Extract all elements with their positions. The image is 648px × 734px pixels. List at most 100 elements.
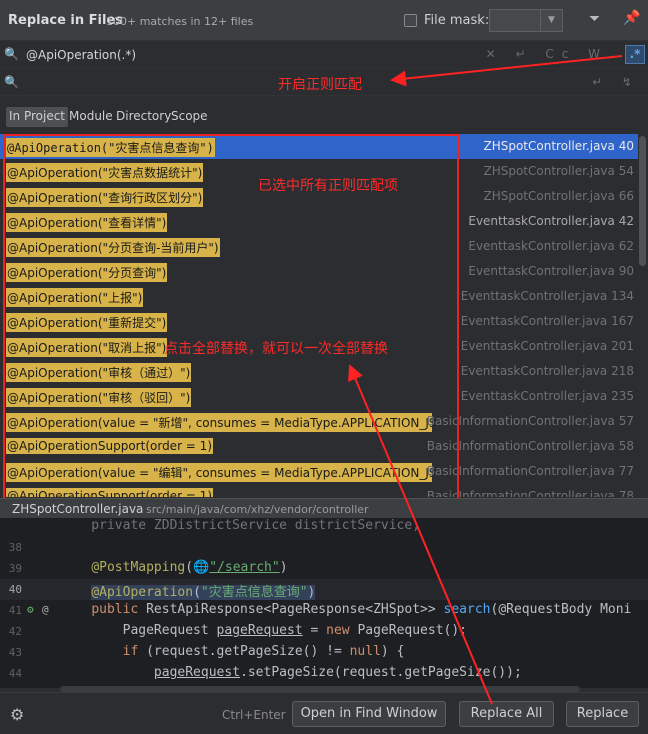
scope-tabs: In Project Module Directory Scope: [0, 96, 648, 136]
list-item[interactable]: @ApiOperation("审核（通过）") EventtaskControl…: [0, 359, 638, 384]
match-text: @ApiOperation(value = "新增", consumes = M…: [6, 413, 432, 432]
code-text: RestApiResponse<PageResponse<ZHSpot>>: [146, 602, 444, 617]
match-text: @ApiOperation("取消上报"): [6, 338, 168, 357]
match-text: @ApiOperation("查看详情"): [6, 213, 168, 232]
preview-file-path: src/main/java/com/xhz/vendor/controller: [146, 503, 369, 516]
list-item[interactable]: @ApiOperation("重新提交") EventtaskControlle…: [0, 309, 638, 334]
list-item[interactable]: @ApiOperation("审核（驳回）") EventtaskControl…: [0, 384, 638, 409]
annotation-replace-all: 点击全部替换，就可以一次全部替换: [164, 341, 388, 357]
open-in-find-window-button[interactable]: Open in Find Window: [292, 701, 446, 727]
match-text: @ApiOperation("重新提交"): [6, 313, 168, 332]
match-text: @ApiOperation("上报"): [6, 288, 144, 307]
replace-button[interactable]: Replace: [566, 701, 639, 727]
match-text: @ApiOperation(value = "编辑", consumes = M…: [6, 463, 432, 482]
string-token: "灾害点信息查询": [200, 585, 308, 600]
result-location: BasicInformationController.java 57: [426, 414, 634, 428]
string-token: "/search": [209, 560, 280, 575]
preview-file-name: ZHSpotController.java: [12, 502, 144, 516]
result-location: EventtaskController.java 42: [468, 214, 634, 228]
tab-directory[interactable]: Directory: [113, 107, 174, 127]
list-item[interactable]: @ApiOperation("分页查询-当前用户") EventtaskCont…: [0, 234, 638, 259]
tab-module[interactable]: Module: [66, 107, 116, 127]
code-line: 41 ⚙ @ public RestApiResponse<PageRespon…: [0, 600, 648, 621]
code-line: private ZDDistrictService districtServic…: [0, 518, 648, 537]
code-text: private ZDDistrictService districtServic…: [60, 518, 421, 533]
code-line: 39 @PostMapping(🌐"/search"): [0, 558, 648, 579]
variable-token: pageRequest: [153, 665, 241, 680]
filter-icon[interactable]: ⏷: [589, 11, 600, 27]
annotation-token: @ApiOperation: [91, 585, 194, 600]
code-line: 44 pageRequest.setPageSize(request.getPa…: [0, 663, 648, 684]
code-text: .setPageSize(request.getPageSize());: [240, 665, 522, 680]
code-text: (@RequestBody Moni: [490, 602, 632, 617]
list-item[interactable]: @ApiOperation("上报") EventtaskController.…: [0, 284, 638, 309]
variable-token: pageRequest: [216, 623, 303, 638]
list-item[interactable]: @ApiOperation(value = "新增", consumes = M…: [0, 409, 638, 434]
list-item[interactable]: @ApiOperation(value = "编辑", consumes = M…: [0, 459, 638, 484]
result-location: BasicInformationController.java 77: [426, 464, 634, 478]
annotation-regex: 开启正则匹配: [278, 77, 362, 93]
result-location: EventtaskController.java 167: [460, 314, 634, 328]
shortcut-hint: Ctrl+Enter: [222, 708, 286, 722]
result-location: EventtaskController.java 235: [460, 389, 634, 403]
file-mask-label: File mask:: [424, 13, 490, 28]
code-line: 40 @ApiOperation("灾害点信息查询"): [0, 579, 648, 600]
preview-path-bar: ZHSpotController.java src/main/java/com/…: [0, 498, 648, 518]
search-input[interactable]: @ApiOperation(.*): [26, 48, 136, 62]
line-number: 41: [8, 604, 22, 617]
match-text: @ApiOperation("查询行政区划分"): [6, 188, 204, 207]
annotation-token: @PostMapping: [91, 560, 186, 575]
result-location: EventtaskController.java 134: [460, 289, 634, 303]
code-preview[interactable]: private ZDDistrictService districtServic…: [0, 518, 648, 688]
file-mask-combo[interactable]: ▼: [489, 9, 563, 32]
replace-all-button[interactable]: Replace All: [459, 701, 554, 727]
pin-icon[interactable]: 📌: [623, 10, 640, 26]
line-number: 40: [8, 583, 22, 596]
result-location: EventtaskController.java 201: [460, 339, 634, 353]
code-line: 38: [0, 537, 648, 558]
line-number: 38: [8, 541, 22, 554]
function-token: search: [443, 602, 491, 617]
result-location: BasicInformationController.java 58: [426, 439, 634, 453]
list-item[interactable]: @ApiOperation("查看详情") EventtaskControlle…: [0, 209, 638, 234]
match-text: @ApiOperationSupport(order = 1): [6, 438, 213, 454]
regex-toggle-button[interactable]: .*: [625, 45, 645, 64]
endpoint-icon[interactable]: @: [42, 603, 49, 616]
result-location: EventtaskController.java 90: [468, 264, 634, 278]
replace-options[interactable]: ↵ ↯: [592, 75, 640, 89]
tab-in-project[interactable]: In Project: [6, 107, 69, 127]
chevron-down-icon[interactable]: ▼: [540, 10, 562, 31]
match-text: @ApiOperationSupport(order = 1): [6, 488, 213, 497]
list-item[interactable]: @ApiOperationSupport(order = 1) BasicInf…: [0, 484, 638, 497]
globe-icon[interactable]: 🌐: [193, 560, 209, 575]
list-item[interactable]: @ApiOperation("分页查询") EventtaskControlle…: [0, 259, 638, 284]
dialog-footer: ⚙ Ctrl+Enter Open in Find Window Replace…: [0, 692, 648, 734]
annotation-selected: 已选中所有正则匹配项: [258, 178, 398, 194]
list-item[interactable]: @ApiOperationSupport(order = 1) BasicInf…: [0, 434, 638, 459]
search-icon[interactable]: 🔍: [4, 47, 19, 61]
file-mask-checkbox[interactable]: [404, 14, 417, 27]
match-text: @ApiOperation("审核（通过）"): [6, 363, 192, 382]
result-location: BasicInformationController.java 78: [426, 489, 634, 497]
scrollbar-thumb[interactable]: [639, 136, 646, 266]
tab-scope[interactable]: Scope: [168, 107, 211, 127]
match-text: @ApiOperation("灾害点数据统计"): [6, 163, 204, 182]
list-item[interactable]: @ApiOperation("灾害点信息查询") ZHSpotControlle…: [0, 134, 638, 159]
gear-icon[interactable]: ⚙: [10, 705, 24, 724]
bean-icon[interactable]: ⚙: [27, 603, 34, 616]
result-location: ZHSpotController.java 66: [483, 189, 634, 203]
code-line: 43 if (request.getPageSize() != null) {: [0, 642, 648, 663]
match-text: @ApiOperation("灾害点信息查询"): [6, 138, 215, 157]
line-number: 43: [8, 646, 22, 659]
search-row: 🔍 @ApiOperation(.*) ✕ ↵ Cc W .*: [0, 40, 648, 68]
line-number: 44: [8, 667, 22, 680]
replace-icon[interactable]: 🔍: [4, 75, 19, 89]
result-location: ZHSpotController.java 54: [483, 164, 634, 178]
code-text: (request.getPageSize() !=: [146, 644, 350, 659]
match-text: @ApiOperation("分页查询"): [6, 263, 168, 282]
result-location: EventtaskController.java 218: [460, 364, 634, 378]
match-text: @ApiOperation("分页查询-当前用户"): [6, 238, 220, 257]
line-number: 42: [8, 625, 22, 638]
results-scrollbar[interactable]: [638, 134, 648, 497]
search-options[interactable]: ✕ ↵ Cc W: [486, 47, 608, 61]
